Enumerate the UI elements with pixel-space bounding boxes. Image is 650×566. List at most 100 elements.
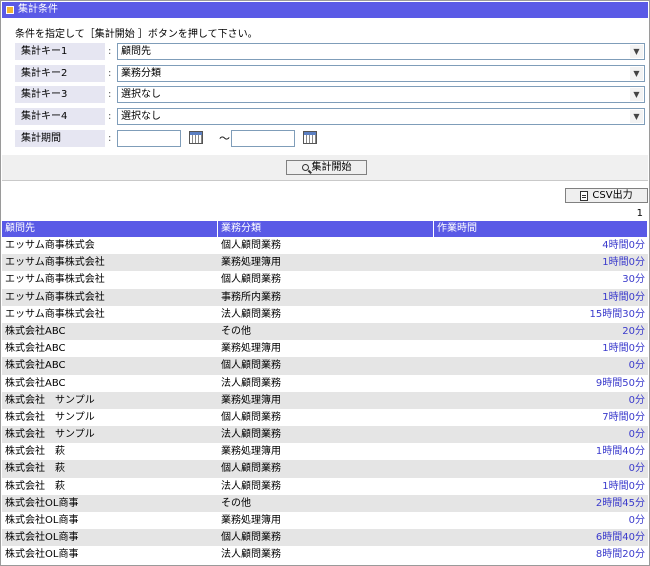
period-row: 集計期間 : ～ — [15, 130, 647, 147]
key-label-1: 集計キー1 — [15, 43, 105, 60]
work-time-cell: 7時間0分 — [602, 411, 645, 423]
button-bar: 集計開始 — [2, 155, 648, 181]
work-time-cell: 1時間0分 — [602, 291, 645, 303]
period-label: 集計期間 — [15, 130, 105, 147]
category-cell: 業務処理簿用 — [221, 515, 281, 526]
work-time-cell: 4時間0分 — [602, 240, 645, 251]
table-row: エッサム商事株式会社 事務所内業務 1時間0分 — [2, 288, 648, 306]
colon: : — [108, 46, 112, 57]
key-select-3[interactable]: 選択なし ▼ — [117, 86, 645, 103]
document-icon — [580, 190, 589, 201]
conditions-title: 集計条件 — [18, 4, 58, 15]
work-time-cell: 15時間30分 — [589, 308, 645, 320]
key-select-2[interactable]: 業務分類 ▼ — [117, 65, 645, 82]
csv-export-button[interactable]: CSV出力 — [565, 188, 648, 203]
work-time-cell: 6時間40分 — [595, 532, 645, 544]
start-aggregation-button[interactable]: 集計開始 — [286, 160, 367, 175]
column-header-work-time: 作業時間 — [434, 221, 648, 237]
key-label-3: 集計キー3 — [15, 86, 105, 103]
category-cell: 個人顧問業務 — [221, 463, 281, 475]
table-row: 株式会社OL商事 業務処理簿用 0分 — [2, 512, 648, 529]
client-cell: 株式会社 サンプル — [5, 411, 95, 423]
key-select-4[interactable]: 選択なし ▼ — [117, 108, 645, 125]
table-row: 株式会社ABC 法人顧問業務 9時間50分 — [2, 375, 648, 392]
category-cell: 個人顧問業務 — [221, 240, 281, 251]
csv-export-label: CSV出力 — [592, 190, 633, 201]
client-cell: 株式会社ABC — [5, 343, 66, 355]
conditions-header: 集計条件 — [2, 2, 648, 18]
start-aggregation-label: 集計開始 — [311, 162, 352, 173]
category-cell: 業務処理簿用 — [221, 394, 281, 406]
table-row: 株式会社 サンプル 個人顧問業務 7時間0分 — [2, 409, 648, 426]
table-row: 株式会社 萩 個人顧問業務 0分 — [2, 460, 648, 478]
period-to-input[interactable] — [231, 130, 295, 147]
colon: : — [108, 89, 112, 100]
client-cell: 株式会社 サンプル — [5, 429, 95, 441]
colon: : — [108, 68, 112, 79]
category-cell: 個人顧問業務 — [221, 532, 281, 544]
work-time-cell: 1時間40分 — [595, 446, 645, 458]
key-select-2-value: 業務分類 — [121, 68, 161, 79]
calendar-icon[interactable] — [303, 131, 317, 144]
key-label-4: 集計キー4 — [15, 108, 105, 125]
client-cell: 株式会社ABC — [5, 360, 66, 372]
key-row-3: 集計キー3 : 選択なし ▼ — [15, 86, 647, 103]
key-select-3-value: 選択なし — [121, 89, 161, 100]
client-cell: 株式会社 萩 — [5, 463, 65, 475]
chevron-down-icon[interactable]: ▼ — [630, 88, 643, 101]
table-row: 株式会社 萩 業務処理簿用 1時間40分 — [2, 443, 648, 460]
chevron-down-icon[interactable]: ▼ — [630, 45, 643, 58]
calendar-icon[interactable] — [189, 131, 203, 144]
work-time-cell: 1時間0分 — [602, 257, 645, 269]
category-cell: その他 — [221, 325, 251, 337]
client-cell: 株式会社ABC — [5, 377, 66, 389]
colon: : — [108, 111, 112, 122]
work-time-cell: 0分 — [628, 429, 645, 441]
table-row: 株式会社ABC 個人顧問業務 0分 — [2, 357, 648, 375]
page-number[interactable]: 1 — [637, 208, 643, 219]
client-cell: エッサム商事株式会社 — [5, 291, 105, 303]
table-row: 株式会社 サンプル 法人顧問業務 0分 — [2, 426, 648, 444]
client-cell: 株式会社OL商事 — [5, 515, 79, 526]
magnifier-icon — [301, 164, 309, 171]
table-row: 株式会社 萩 法人顧問業務 1時間0分 — [2, 478, 648, 495]
work-time-cell: 8時間20分 — [595, 549, 645, 561]
key-select-1-value: 顧問先 — [121, 46, 151, 57]
work-time-cell: 0分 — [628, 394, 645, 406]
table-row: エッサム商事株式会社 業務処理簿用 1時間0分 — [2, 254, 648, 272]
key-select-4-value: 選択なし — [121, 111, 161, 122]
category-cell: 法人顧問業務 — [221, 308, 281, 320]
work-time-cell: 1時間0分 — [602, 480, 645, 492]
work-time-cell: 1時間0分 — [602, 343, 645, 355]
category-cell: 業務処理簿用 — [221, 446, 281, 458]
work-time-cell: 2時間45分 — [595, 497, 645, 509]
category-cell: 事務所内業務 — [221, 291, 281, 303]
table-row: エッサム商事株式会社 個人顧問業務 30分 — [2, 271, 648, 288]
period-separator: ～ — [219, 132, 230, 145]
table-row: 株式会社ABC その他 20分 — [2, 322, 648, 341]
client-cell: 株式会社 萩 — [5, 480, 65, 492]
work-time-cell: 0分 — [628, 360, 645, 372]
client-cell: エッサム商事株式会社 — [5, 308, 105, 320]
key-label-2: 集計キー2 — [15, 65, 105, 82]
instruction-text: 条件を指定して［集計開始 ］ボタンを押して下さい。 — [15, 29, 258, 40]
category-cell: 業務処理簿用 — [221, 257, 281, 269]
table-row: エッサム商事株式会 個人顧問業務 4時間0分 — [2, 237, 648, 254]
key-row-4: 集計キー4 : 選択なし ▼ — [15, 108, 647, 125]
client-cell: 株式会社OL商事 — [5, 497, 79, 509]
table-row: エッサム商事株式会社 法人顧問業務 15時間30分 — [2, 306, 648, 323]
category-cell: 個人顧問業務 — [221, 411, 281, 423]
table-row: 株式会社 サンプル 業務処理簿用 0分 — [2, 391, 648, 409]
client-cell: 株式会社ABC — [5, 325, 66, 337]
client-cell: エッサム商事株式会社 — [5, 274, 105, 286]
work-time-cell: 0分 — [628, 463, 645, 475]
category-cell: 法人顧問業務 — [221, 480, 281, 492]
key-select-1[interactable]: 顧問先 ▼ — [117, 43, 645, 60]
colon: : — [108, 133, 112, 144]
chevron-down-icon[interactable]: ▼ — [630, 67, 643, 80]
work-time-cell: 0分 — [628, 515, 645, 526]
category-cell: 法人顧問業務 — [221, 429, 281, 441]
period-from-input[interactable] — [117, 130, 181, 147]
client-cell: 株式会社OL商事 — [5, 549, 79, 561]
chevron-down-icon[interactable]: ▼ — [630, 110, 643, 123]
